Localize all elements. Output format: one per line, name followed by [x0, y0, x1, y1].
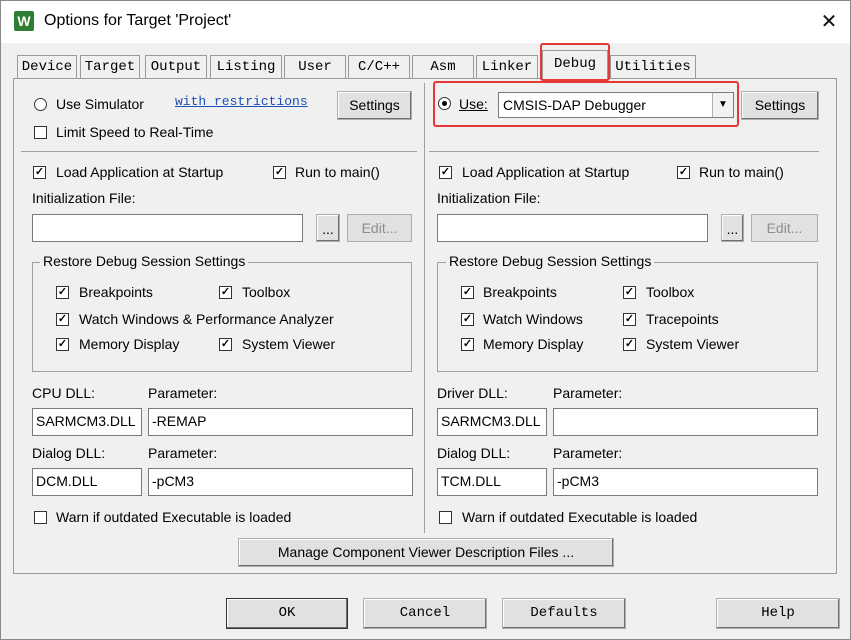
right-load-app-checkbox[interactable]: ✓ — [439, 166, 452, 179]
right-init-file-label: Initialization File: — [437, 190, 541, 206]
left-breakpoints-checkbox[interactable]: ✓ — [56, 286, 69, 299]
left-section-divider — [21, 151, 417, 152]
right-watch-checkbox[interactable]: ✓ — [461, 313, 474, 326]
tab-user[interactable]: User — [284, 55, 346, 78]
tab-listing[interactable]: Listing — [210, 55, 282, 78]
debugger-select[interactable]: CMSIS-DAP Debugger ▼ — [498, 92, 734, 118]
defaults-button[interactable]: Defaults — [502, 598, 626, 629]
column-divider — [424, 83, 425, 533]
right-breakpoints-checkbox[interactable]: ✓ — [461, 286, 474, 299]
ok-button[interactable]: OK — [226, 598, 348, 629]
right-tracepoints-label[interactable]: Tracepoints — [646, 311, 719, 327]
left-run-to-main-label[interactable]: Run to main() — [295, 164, 380, 180]
simulator-settings-button[interactable]: Settings — [337, 91, 412, 120]
help-button[interactable]: Help — [716, 598, 840, 629]
debug-tab-highlight — [540, 43, 610, 81]
right-watch-label[interactable]: Watch Windows — [483, 311, 583, 327]
right-section-divider — [429, 151, 819, 152]
limit-speed-checkbox[interactable] — [34, 126, 47, 139]
use-debugger-label[interactable]: Use: — [459, 96, 488, 112]
use-simulator-radio[interactable] — [34, 98, 47, 111]
right-memory-checkbox[interactable]: ✓ — [461, 338, 474, 351]
cancel-button[interactable]: Cancel — [363, 598, 487, 629]
close-icon[interactable]: ✕ — [813, 7, 845, 37]
right-warn-checkbox[interactable] — [439, 511, 452, 524]
left-browse-button[interactable]: ... — [316, 214, 340, 242]
right-system-viewer-label[interactable]: System Viewer — [646, 336, 739, 352]
left-memory-checkbox[interactable]: ✓ — [56, 338, 69, 351]
left-edit-button[interactable]: Edit... — [347, 214, 412, 242]
cpu-dll-label: CPU DLL: — [32, 385, 96, 401]
right-edit-button[interactable]: Edit... — [751, 214, 818, 242]
left-load-app-label[interactable]: Load Application at Startup — [56, 164, 223, 180]
left-warn-label[interactable]: Warn if outdated Executable is loaded — [56, 509, 291, 525]
right-breakpoints-label[interactable]: Breakpoints — [483, 284, 557, 300]
chevron-down-icon[interactable]: ▼ — [712, 93, 733, 117]
tab-device[interactable]: Device — [17, 55, 77, 78]
right-init-file-input[interactable] — [437, 214, 708, 242]
left-dialog-param-label: Parameter: — [148, 445, 218, 461]
app-icon: W — [14, 11, 34, 31]
left-dialog-dll-input[interactable]: DCM.DLL — [32, 468, 142, 496]
left-watch-checkbox[interactable]: ✓ — [56, 313, 69, 326]
right-browse-button[interactable]: ... — [721, 214, 744, 242]
limit-speed-label[interactable]: Limit Speed to Real-Time — [56, 124, 213, 140]
driver-dll-input[interactable]: SARMCM3.DLL — [437, 408, 547, 436]
use-debugger-radio[interactable] — [438, 97, 451, 110]
title-bar: W Options for Target 'Project' ✕ — [1, 1, 850, 43]
right-restore-group-title: Restore Debug Session Settings — [446, 253, 655, 269]
left-breakpoints-label[interactable]: Breakpoints — [79, 284, 153, 300]
driver-dll-label: Driver DLL: — [437, 385, 508, 401]
tab-utilities[interactable]: Utilities — [610, 55, 696, 78]
window-title: Options for Target 'Project' — [44, 12, 232, 29]
debugger-select-value: CMSIS-DAP Debugger — [503, 97, 646, 113]
left-system-viewer-checkbox[interactable]: ✓ — [219, 338, 232, 351]
tab-target[interactable]: Target — [80, 55, 140, 78]
right-toolbox-label[interactable]: Toolbox — [646, 284, 694, 300]
right-dialog-param-label: Parameter: — [553, 445, 623, 461]
use-simulator-label[interactable]: Use Simulator — [56, 96, 144, 112]
restrictions-link[interactable]: with restrictions — [175, 94, 308, 109]
left-toolbox-checkbox[interactable]: ✓ — [219, 286, 232, 299]
left-run-to-main-checkbox[interactable]: ✓ — [273, 166, 286, 179]
left-init-file-label: Initialization File: — [32, 190, 136, 206]
cpu-param-input[interactable]: -REMAP — [148, 408, 413, 436]
right-dialog-dll-label: Dialog DLL: — [437, 445, 511, 461]
left-dialog-dll-label: Dialog DLL: — [32, 445, 106, 461]
options-dialog: W Options for Target 'Project' ✕ Device … — [0, 0, 851, 640]
tab-cpp[interactable]: C/C++ — [348, 55, 410, 78]
left-load-app-checkbox[interactable]: ✓ — [33, 166, 46, 179]
right-load-app-label[interactable]: Load Application at Startup — [462, 164, 629, 180]
right-warn-label[interactable]: Warn if outdated Executable is loaded — [462, 509, 697, 525]
right-run-to-main-label[interactable]: Run to main() — [699, 164, 784, 180]
left-restore-group-title: Restore Debug Session Settings — [40, 253, 249, 269]
right-tracepoints-checkbox[interactable]: ✓ — [623, 313, 636, 326]
left-system-viewer-label[interactable]: System Viewer — [242, 336, 335, 352]
manage-viewer-files-button[interactable]: Manage Component Viewer Description File… — [238, 538, 614, 567]
left-watch-label[interactable]: Watch Windows & Performance Analyzer — [79, 311, 334, 327]
right-run-to-main-checkbox[interactable]: ✓ — [677, 166, 690, 179]
cpu-dll-input[interactable]: SARMCM3.DLL — [32, 408, 142, 436]
left-dialog-param-input[interactable]: -pCM3 — [148, 468, 413, 496]
right-dialog-dll-input[interactable]: TCM.DLL — [437, 468, 547, 496]
driver-param-label: Parameter: — [553, 385, 623, 401]
tab-linker[interactable]: Linker — [476, 55, 538, 78]
right-system-viewer-checkbox[interactable]: ✓ — [623, 338, 636, 351]
debugger-settings-button[interactable]: Settings — [741, 91, 819, 120]
right-memory-label[interactable]: Memory Display — [483, 336, 583, 352]
cpu-param-label: Parameter: — [148, 385, 218, 401]
right-dialog-param-input[interactable]: -pCM3 — [553, 468, 818, 496]
tab-output[interactable]: Output — [145, 55, 207, 78]
right-toolbox-checkbox[interactable]: ✓ — [623, 286, 636, 299]
left-init-file-input[interactable] — [32, 214, 303, 242]
left-memory-label[interactable]: Memory Display — [79, 336, 179, 352]
driver-param-input[interactable] — [553, 408, 818, 436]
left-toolbox-label[interactable]: Toolbox — [242, 284, 290, 300]
tab-asm[interactable]: Asm — [412, 55, 474, 78]
left-warn-checkbox[interactable] — [34, 511, 47, 524]
